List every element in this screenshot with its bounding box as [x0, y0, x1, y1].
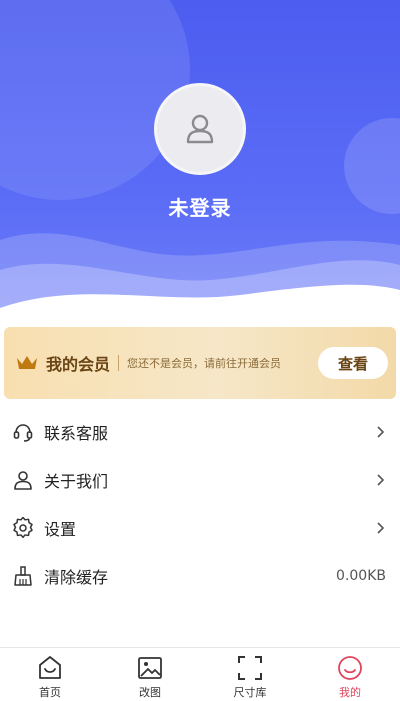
tab-edit-image[interactable]: 改图: [100, 648, 200, 701]
member-title: 我的会员: [46, 355, 111, 374]
member-divider: [118, 355, 120, 371]
menu-item-customer-service[interactable]: 联系客服: [0, 408, 400, 456]
image-icon: [138, 657, 162, 679]
settings-menu: 联系客服 关于我们 设置 清除缓存 0.00KB: [0, 408, 400, 600]
chevron-right-icon: [377, 522, 385, 534]
menu-item-about-us[interactable]: 关于我们: [0, 456, 400, 504]
gear-icon: [12, 517, 34, 539]
member-card[interactable]: 我的会员 您还不是会员，请前往开通会员 查看: [4, 327, 396, 399]
tab-label: 改图: [139, 686, 161, 699]
headset-icon: [12, 421, 34, 443]
menu-label: 设置: [44, 520, 77, 539]
tab-label: 首页: [39, 686, 61, 699]
wave-decoration: [0, 233, 400, 320]
avatar[interactable]: [154, 83, 246, 175]
frame-icon: [238, 656, 262, 680]
broom-icon: [12, 565, 34, 587]
menu-label: 清除缓存: [44, 568, 109, 587]
crown-icon: [17, 356, 37, 369]
user-icon: [12, 469, 34, 491]
tab-label: 尺寸库: [233, 686, 267, 699]
tab-home[interactable]: 首页: [0, 648, 100, 701]
menu-item-settings[interactable]: 设置: [0, 504, 400, 552]
cache-size-value: 0.00KB: [336, 568, 386, 584]
menu-item-clear-cache[interactable]: 清除缓存 0.00KB: [0, 552, 400, 600]
chevron-right-icon: [377, 474, 385, 486]
bottom-tab-bar: 首页 改图 尺寸库 我的: [0, 647, 400, 701]
member-subtitle: 您还不是会员，请前往开通会员: [127, 357, 282, 370]
tab-label: 我的: [339, 686, 361, 699]
user-icon: [186, 114, 214, 144]
profile-header: 未登录: [0, 0, 400, 320]
login-status[interactable]: 未登录: [0, 192, 400, 221]
home-icon: [39, 656, 61, 679]
chevron-right-icon: [377, 426, 385, 438]
tab-size-library[interactable]: 尺寸库: [200, 648, 300, 701]
smile-icon: [338, 656, 362, 680]
tab-mine[interactable]: 我的: [300, 648, 400, 701]
member-view-button[interactable]: 查看: [318, 347, 388, 379]
menu-label: 关于我们: [44, 472, 109, 491]
menu-label: 联系客服: [44, 424, 109, 443]
decor-bubble-left: [0, 0, 190, 200]
